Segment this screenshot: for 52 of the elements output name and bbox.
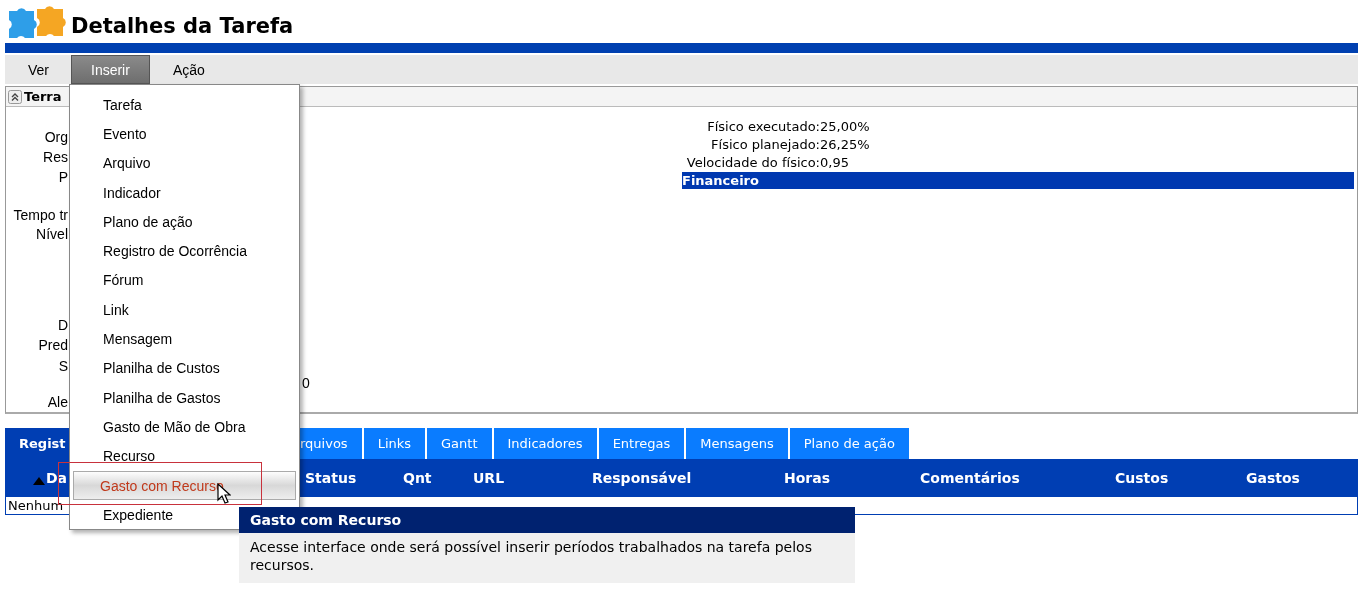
menu-item[interactable]: Ação: [149, 55, 228, 84]
menu-item[interactable]: Link: [73, 295, 296, 325]
column-header[interactable]: Comentários: [920, 470, 1020, 486]
field-label: P: [57, 168, 68, 187]
menu-item[interactable]: Plano de ação: [73, 207, 296, 237]
tab[interactable]: Plano de ação: [789, 428, 909, 459]
panel-title: Terra: [24, 89, 62, 104]
menu-item[interactable]: Registro de Ocorrência: [73, 236, 296, 266]
field-label: Físico planejado:: [710, 136, 820, 152]
field-label: Org: [43, 128, 68, 147]
column-header[interactable]: Horas: [784, 470, 831, 486]
menu-item[interactable]: Planilha de Custos: [73, 353, 296, 383]
field-value: 0: [302, 375, 311, 392]
field-value: 26,25%: [820, 136, 870, 152]
column-header[interactable]: Responsável: [592, 470, 692, 486]
field-value: 25,00%: [820, 118, 870, 134]
tab[interactable]: Entregas: [598, 428, 685, 459]
field-value: 0,95: [820, 154, 849, 170]
empty-message: Nenhum: [8, 498, 64, 513]
field-label: Pred: [37, 336, 68, 355]
collapse-icon[interactable]: [8, 89, 22, 104]
column-header[interactable]: Gastos: [1246, 470, 1300, 486]
field-label: Físico executado:: [706, 118, 820, 134]
field-label: Ale: [46, 393, 68, 412]
tab[interactable]: Indicadores: [493, 428, 597, 459]
tab[interactable]: Regist: [5, 428, 69, 459]
field-label: Tempo tr: [12, 206, 68, 224]
section-header: Financeiro: [682, 172, 1354, 189]
tab[interactable]: Gantt: [427, 428, 492, 459]
tab[interactable]: Links: [363, 428, 426, 459]
tooltip-text: Acesse interface onde será possível inserir períodos trabalhados na tarefa pelos recursos.: [249, 538, 813, 575]
menu-item[interactable]: Indicador: [73, 177, 296, 208]
menu-item[interactable]: Mensagem: [73, 324, 296, 354]
menu-item[interactable]: Evento: [73, 119, 296, 149]
column-header[interactable]: Status: [305, 470, 357, 486]
menu-item[interactable]: Inserir: [71, 55, 150, 84]
menu-item[interactable]: Planilha de Gastos: [73, 382, 296, 413]
field-label: Velocidade do físico:: [685, 154, 820, 170]
field-label: Res: [42, 148, 68, 167]
menu-item[interactable]: Ver: [5, 55, 71, 84]
menu-item[interactable]: Fórum: [73, 265, 296, 296]
tab[interactable]: Mensagens: [686, 428, 788, 459]
menu-item[interactable]: Arquivo: [73, 148, 296, 178]
field-label: D: [56, 316, 68, 335]
window-title: Detalhes da Tarefa: [71, 13, 294, 38]
tooltip-title: Gasto com Recurso: [239, 507, 855, 533]
menu-item[interactable]: Tarefa: [73, 90, 296, 120]
column-header[interactable]: Custos: [1115, 470, 1169, 486]
column-header[interactable]: URL: [473, 470, 505, 486]
field-label: Nível: [35, 225, 68, 243]
column-header[interactable]: Qnt: [403, 470, 432, 486]
field-label: S: [57, 357, 68, 375]
